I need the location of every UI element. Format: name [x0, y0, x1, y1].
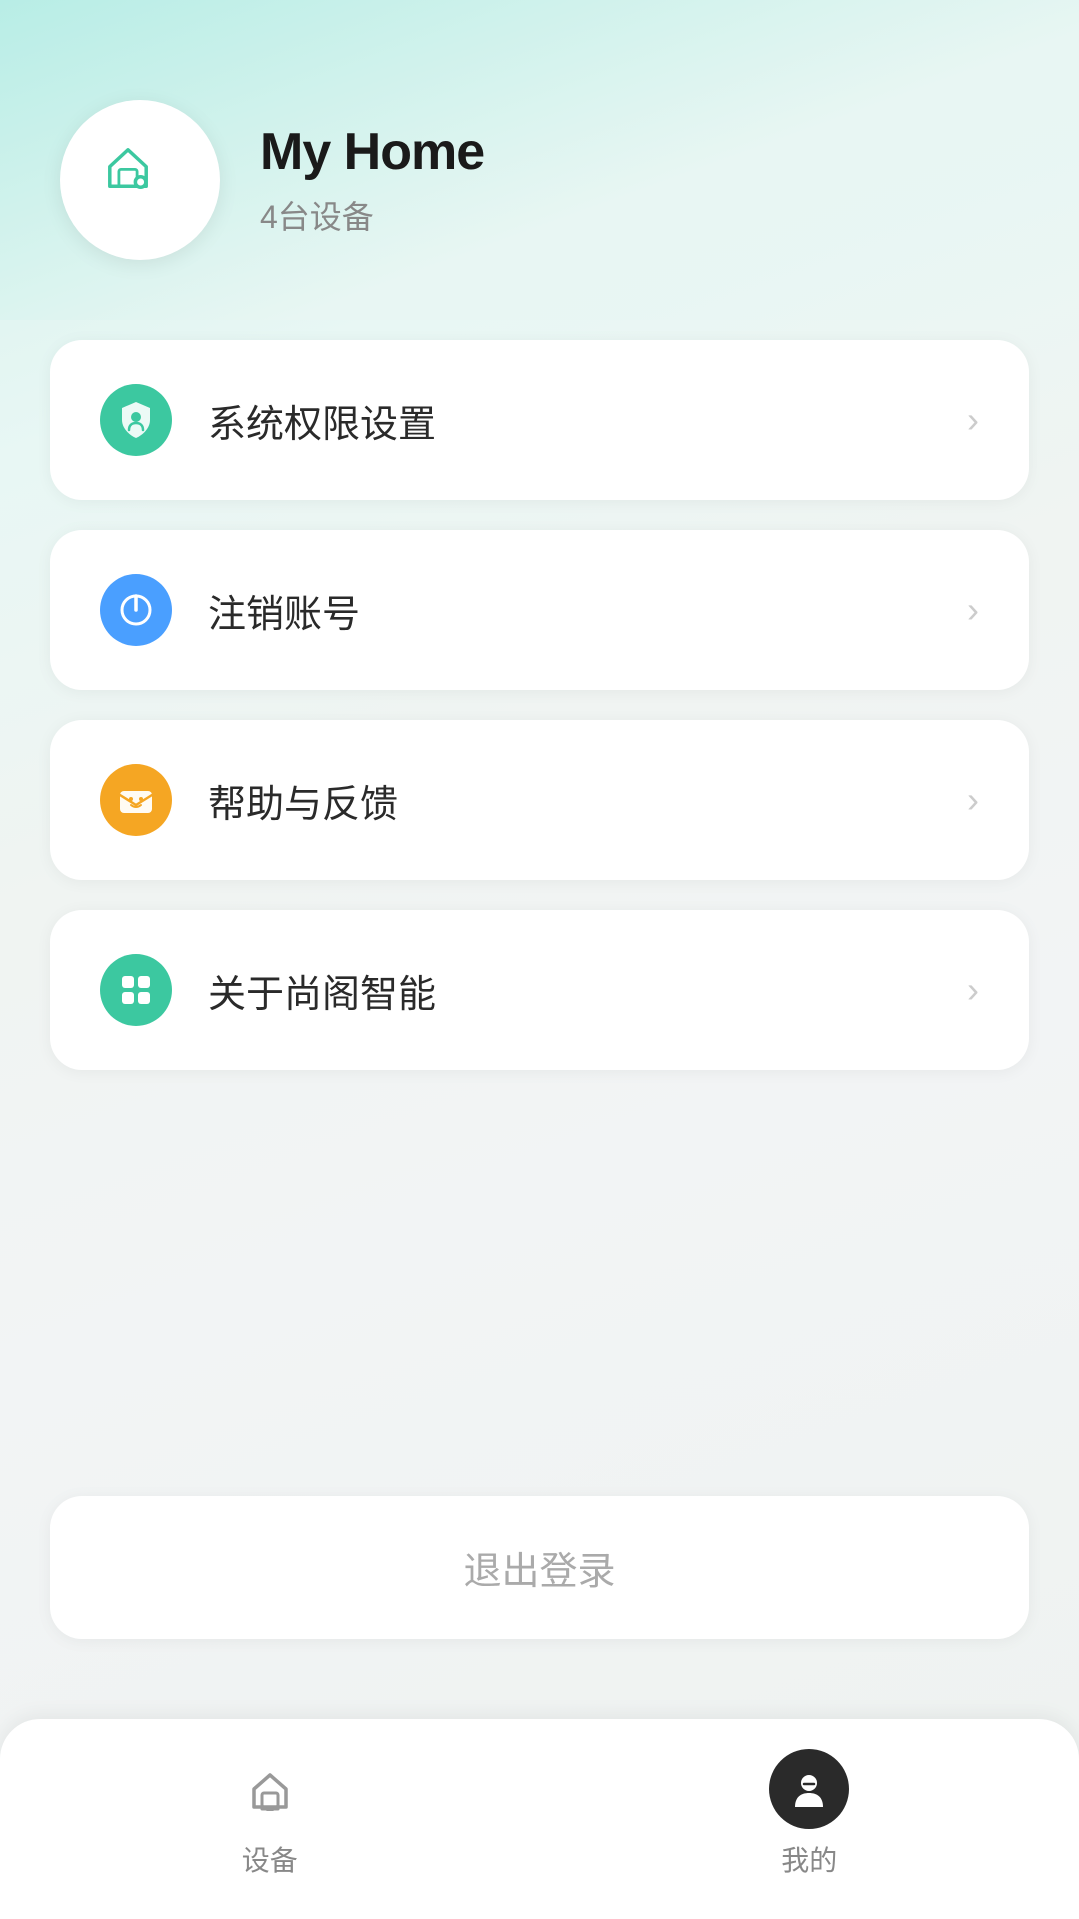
logout-section: 退出登录 — [0, 1496, 1079, 1639]
mine-icon-circle — [769, 1749, 849, 1829]
spacer — [0, 1278, 1079, 1486]
profile-icon — [781, 1761, 837, 1817]
help-feedback-card[interactable]: 帮助与反馈 › — [50, 720, 1029, 880]
about-card[interactable]: 关于尚阁智能 › — [50, 910, 1029, 1070]
logout-label: 退出登录 — [463, 1540, 615, 1595]
mail-icon-wrapper — [100, 764, 172, 836]
cancel-account-chevron: › — [967, 589, 979, 631]
home-title: My Home — [260, 122, 484, 182]
grid-icon — [114, 968, 158, 1012]
nav-mine[interactable]: 我的 — [540, 1749, 1079, 1879]
nav-devices[interactable]: 设备 — [0, 1749, 540, 1879]
cancel-account-label: 注销账号 — [208, 583, 931, 638]
header: My Home 4台设备 — [0, 0, 1079, 320]
system-permissions-chevron: › — [967, 399, 979, 441]
shield-icon-wrapper — [100, 384, 172, 456]
home-icon — [100, 140, 180, 220]
about-item[interactable]: 关于尚阁智能 › — [50, 910, 1029, 1070]
devices-nav-label: 设备 — [242, 1839, 298, 1879]
home-avatar — [60, 100, 220, 260]
cancel-account-item[interactable]: 注销账号 › — [50, 530, 1029, 690]
power-icon-wrapper — [100, 574, 172, 646]
device-count: 4台设备 — [260, 192, 484, 238]
bottom-nav: 设备 我的 — [0, 1719, 1079, 1919]
about-chevron: › — [967, 969, 979, 1011]
system-permissions-card[interactable]: 系统权限设置 › — [50, 340, 1029, 500]
about-label: 关于尚阁智能 — [208, 963, 931, 1018]
mail-icon — [114, 778, 158, 822]
devices-icon-circle — [230, 1749, 310, 1829]
bottom-spacer — [0, 1639, 1079, 1719]
shield-icon — [114, 398, 158, 442]
help-feedback-chevron: › — [967, 779, 979, 821]
grid-icon-wrapper — [100, 954, 172, 1026]
system-permissions-item[interactable]: 系统权限设置 › — [50, 340, 1029, 500]
help-feedback-item[interactable]: 帮助与反馈 › — [50, 720, 1029, 880]
cancel-account-card[interactable]: 注销账号 › — [50, 530, 1029, 690]
devices-icon — [242, 1761, 298, 1817]
logout-button[interactable]: 退出登录 — [50, 1496, 1029, 1639]
system-permissions-label: 系统权限设置 — [208, 393, 931, 448]
home-info: My Home 4台设备 — [260, 122, 484, 238]
help-feedback-label: 帮助与反馈 — [208, 773, 931, 828]
mine-nav-label: 我的 — [781, 1839, 837, 1879]
content-section: 系统权限设置 › 注销账号 › — [0, 320, 1079, 1278]
power-icon — [114, 588, 158, 632]
